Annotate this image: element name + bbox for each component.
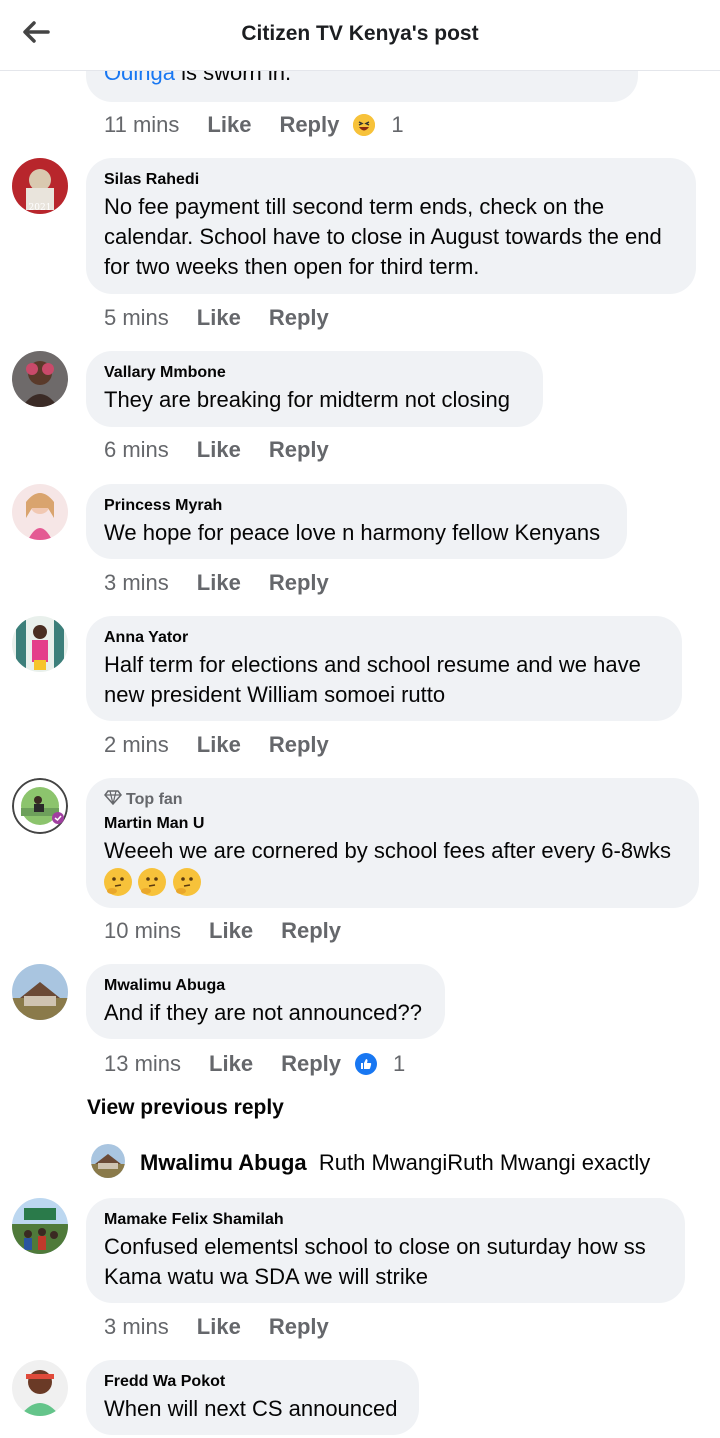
reaction-count: 1 (391, 112, 404, 137)
comment-author[interactable]: Vallary Mmbone (104, 363, 525, 383)
like-button[interactable]: Like (197, 570, 241, 596)
thinking-face-icon (172, 868, 201, 896)
thinking-face-icon (104, 868, 132, 896)
page-title: Citizen TV Kenya's post (241, 22, 479, 45)
comment-actions: 3 mins Like Reply (104, 567, 329, 599)
like-button[interactable]: Like (197, 437, 241, 463)
avatar[interactable] (12, 964, 68, 1020)
comment-time: 5 mins (104, 305, 169, 330)
comment-actions: 11 mins Like Reply 1 (104, 109, 404, 141)
reply-preview-author: Mwalimu Abuga (140, 1150, 307, 1175)
comment-bubble: Top fan Martin Man U Weeeh we are corner… (86, 778, 699, 908)
reply-button[interactable]: Reply (269, 1314, 329, 1340)
svg-text:2021: 2021 (29, 203, 52, 213)
comment-bubble: Anna Yator Half term for elections and s… (86, 616, 682, 721)
avatar[interactable]: 2021 (12, 158, 68, 214)
avatar[interactable] (12, 778, 68, 834)
reply-button[interactable]: Reply (269, 732, 329, 758)
comment-time: 3 mins (104, 570, 169, 595)
like-reaction-icon (355, 1053, 377, 1075)
comment-bubble: Vallary Mmbone They are breaking for mid… (86, 351, 543, 427)
comment-actions: 5 mins Like Reply (104, 302, 329, 334)
comment-time: 11 mins (104, 112, 180, 137)
comment-author[interactable]: Fredd Wa Pokot (104, 1372, 401, 1392)
comment-text: They are breaking for midterm not closin… (104, 387, 510, 412)
comment-text: Half term for elections and school resum… (104, 652, 641, 707)
top-fan-badge: Top fan (104, 789, 681, 811)
like-button[interactable]: Like (197, 1314, 241, 1340)
comment-text: Weeeh we are cornered by school fees aft… (104, 838, 671, 863)
reply-button[interactable]: Reply (281, 1051, 341, 1077)
reaction-summary[interactable]: 1 (353, 112, 404, 138)
comment-actions: 6 mins Like Reply (104, 434, 329, 466)
avatar[interactable] (12, 1198, 68, 1254)
reply-preview[interactable]: Mwalimu Abuga Ruth MwangiRuth Mwangi exa… (140, 1150, 650, 1176)
avatar[interactable] (12, 484, 68, 540)
comment-author[interactable]: Princess Myrah (104, 496, 609, 516)
view-previous-reply-link[interactable]: View previous reply (87, 1096, 284, 1120)
comment-time: 6 mins (104, 437, 169, 462)
like-button[interactable]: Like (209, 1051, 253, 1077)
haha-reaction-icon (353, 114, 376, 136)
top-fan-label: Top fan (126, 791, 183, 808)
comment-actions: 10 mins Like Reply (104, 915, 341, 947)
comment-text: When will next CS announced (104, 1396, 398, 1421)
comment-author[interactable]: Mwalimu Abuga (104, 976, 427, 996)
like-button[interactable]: Like (197, 305, 241, 331)
comment-time: 2 mins (104, 732, 169, 757)
avatar[interactable] (12, 616, 68, 672)
comment-bubble: Mwalimu Abuga And if they are not announ… (86, 964, 445, 1039)
reply-button[interactable]: Reply (281, 918, 341, 944)
like-button[interactable]: Like (197, 732, 241, 758)
avatar[interactable] (91, 1144, 125, 1178)
comment-actions: 13 mins Like Reply 1 (104, 1048, 405, 1080)
comment-author[interactable]: Anna Yator (104, 628, 664, 648)
comment-time: 13 mins (104, 1051, 182, 1076)
comment-author[interactable]: Silas Rahedi (104, 170, 678, 190)
reply-button[interactable]: Reply (269, 305, 329, 331)
top-bar: Citizen TV Kenya's post (0, 0, 720, 71)
comment-bubble: Mamake Felix Shamilah Confused elementsl… (86, 1198, 685, 1303)
comment-author[interactable]: Mamake Felix Shamilah (104, 1210, 667, 1230)
avatar[interactable] (12, 351, 68, 407)
comment-text: Confused elementsl school to close on su… (104, 1234, 646, 1289)
comment-bubble: Fredd Wa Pokot When will next CS announc… (86, 1360, 419, 1435)
reaction-count: 1 (393, 1051, 406, 1076)
comment-bubble: Silas Rahedi No fee payment till second … (86, 158, 696, 294)
reply-button[interactable]: Reply (269, 437, 329, 463)
comment-time: 3 mins (104, 1314, 169, 1339)
comment-actions: 2 mins Like Reply (104, 729, 329, 761)
reply-button[interactable]: Reply (269, 570, 329, 596)
comment-bubble: Princess Myrah We hope for peace love n … (86, 484, 627, 559)
comment-author[interactable]: Martin Man U (104, 814, 681, 834)
thinking-emoji-row (104, 868, 681, 896)
reply-button[interactable]: Reply (279, 112, 339, 138)
diamond-icon (104, 789, 122, 811)
reaction-summary[interactable]: 1 (355, 1051, 405, 1077)
comment-text: And if they are not announced?? (104, 1000, 423, 1025)
like-button[interactable]: Like (207, 112, 251, 138)
reply-preview-text: Ruth MwangiRuth Mwangi exactly (318, 1150, 651, 1175)
comment-actions: 3 mins Like Reply (104, 1311, 329, 1343)
thinking-face-icon (138, 868, 167, 896)
like-button[interactable]: Like (209, 918, 253, 944)
comment-time: 10 mins (104, 918, 182, 943)
avatar[interactable] (12, 1360, 68, 1416)
comment-text: No fee payment till second term ends, ch… (104, 194, 662, 279)
comment-text: We hope for peace love n harmony fellow … (104, 520, 601, 545)
